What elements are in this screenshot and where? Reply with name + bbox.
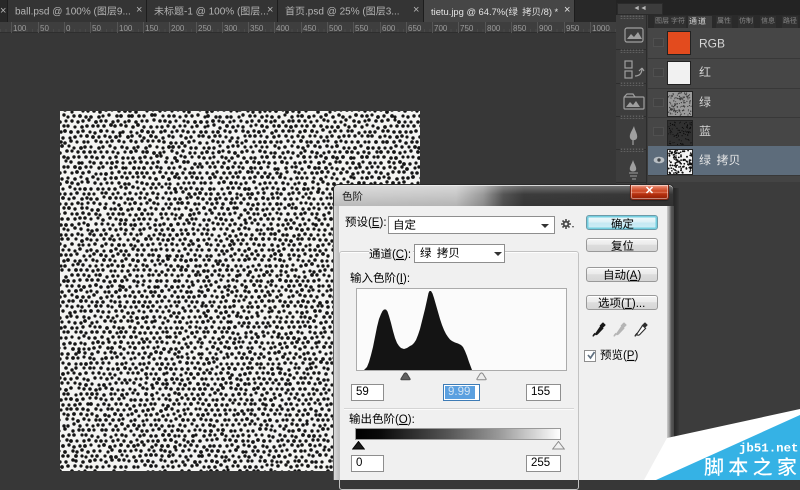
svg-text:C: C <box>396 249 404 261</box>
svg-text:): ) <box>637 270 641 282</box>
svg-text:):: ): <box>404 249 411 261</box>
svg-text:jb51.net: jb51.net <box>739 441 799 455</box>
svg-text:): ) <box>635 350 639 362</box>
svg-text:ball.psd @ 100% (: ball.psd @ 100% ( <box>15 7 98 18</box>
svg-text:9...: 9... <box>117 7 131 18</box>
svg-text:)...: )... <box>632 298 645 310</box>
svg-text:3...: 3... <box>386 7 400 18</box>
svg-text:tietu.jpg @ 64.7%(: tietu.jpg @ 64.7%( <box>431 6 509 17</box>
svg-text:):: ): <box>408 414 415 426</box>
svg-text:T: T <box>625 298 632 310</box>
svg-text:):: ): <box>403 273 410 285</box>
svg-text:):: ): <box>380 217 387 229</box>
svg-text:-1 @ 100% (: -1 @ 100% ( <box>184 7 241 18</box>
svg-text:RGB: RGB <box>699 36 725 50</box>
svg-text:.psd @ 25% (: .psd @ 25% ( <box>305 7 366 18</box>
svg-text:/8) *: /8) * <box>541 6 559 17</box>
svg-text:O: O <box>399 414 408 426</box>
